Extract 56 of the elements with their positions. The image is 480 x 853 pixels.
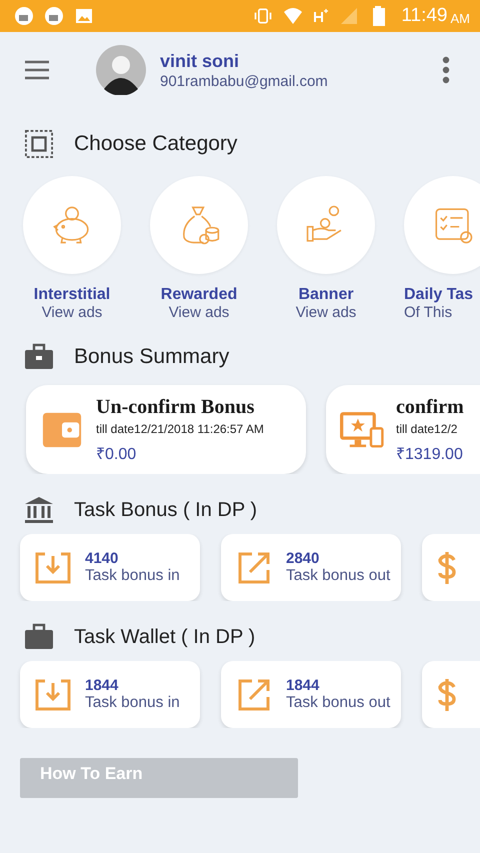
category-subtitle: Of This (404, 304, 452, 321)
section-title: Bonus Summary (74, 345, 230, 369)
bonus-card[interactable]: confirm till date12/2 ₹1319.00 (326, 385, 480, 474)
task-value: 2840 (286, 550, 320, 567)
category-grid-icon (24, 130, 54, 158)
bonus-title: Un-confirm Bonus (96, 396, 256, 418)
user-email: 901rambabu@gmail.com (160, 72, 329, 90)
section-title: Task Bonus ( In DP ) (74, 498, 258, 522)
network-type-icon (313, 8, 330, 24)
external-link-icon (236, 678, 272, 710)
task-label: Task bonus out (286, 567, 390, 585)
task-card[interactable]: 2840 Task bonus out (221, 534, 401, 601)
task-value: 4140 (85, 550, 120, 567)
category-title: Interstitial (34, 286, 110, 304)
section-title: Task Wallet ( In DP ) (74, 626, 256, 648)
signal-icon (339, 6, 360, 26)
image-icon (74, 6, 94, 26)
task-value: 1844 (85, 677, 120, 694)
wifi-icon (283, 6, 304, 26)
vibrate-icon (253, 6, 274, 26)
category-title: Daily Tas (404, 286, 474, 304)
notification-icon (44, 6, 64, 26)
clock-time: 11:49 (401, 5, 448, 27)
briefcase-icon (24, 343, 54, 371)
category-subtitle: View ads (296, 304, 356, 321)
bonus-date: till date12/21/2018 11:26:57 AM (96, 422, 264, 436)
category-subtitle: View ads (42, 304, 102, 321)
menu-icon[interactable] (24, 60, 50, 80)
category-subtitle: View ads (168, 304, 230, 321)
user-name: vinit soni (160, 50, 240, 72)
dollar-icon (437, 678, 457, 712)
dollar-icon (437, 550, 457, 584)
avatar-silhouette (96, 45, 146, 95)
bonus-card[interactable]: Un-confirm Bonus till date12/21/2018 11:26:57 AM ₹0.00 (26, 385, 306, 474)
category-title: Banner (298, 286, 354, 304)
bonus-title: confirm (396, 396, 464, 418)
download-tray-icon (35, 678, 71, 710)
bank-icon (24, 496, 54, 524)
task-card[interactable]: 1844 Task bonus in (20, 661, 200, 728)
task-card[interactable]: 1844 Task bonus out (221, 661, 401, 728)
briefcase-icon (24, 623, 54, 651)
more-options-icon[interactable] (442, 56, 450, 84)
task-value: 1844 (286, 677, 320, 694)
category-title: Rewarded (160, 286, 238, 304)
bonus-amount: ₹1319.00 (396, 444, 464, 464)
notification-icon (14, 6, 34, 26)
download-tray-icon (35, 552, 71, 584)
section-title: Choose Category (74, 132, 238, 156)
bonus-date: till date12/2 (396, 422, 458, 436)
external-link-icon (236, 552, 272, 584)
task-label: Task bonus out (286, 694, 390, 712)
task-card[interactable]: 4140 Task bonus in (20, 534, 200, 601)
task-label: Task bonus in (85, 567, 180, 585)
clock-meridiem: AM (450, 10, 470, 26)
bonus-amount: ₹0.00 (96, 444, 138, 464)
task-label: Task bonus in (85, 694, 180, 712)
